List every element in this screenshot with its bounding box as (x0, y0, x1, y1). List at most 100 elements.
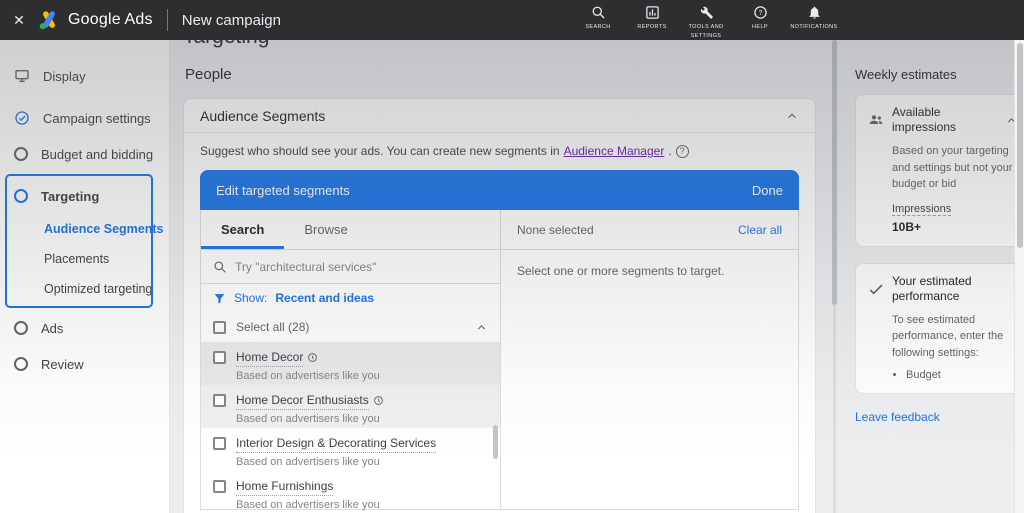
sidebar-item-targeting[interactable]: Targeting (0, 178, 169, 214)
search-icon (591, 5, 606, 20)
segment-row[interactable]: Home Furnishings Based on advertisers li… (201, 471, 500, 513)
performance-body-text: To see estimated performance, enter the … (892, 313, 1004, 359)
sidebar-item-budget-bidding[interactable]: Budget and bidding (0, 136, 169, 172)
main-scrollbar-track[interactable] (832, 40, 837, 513)
topbar-divider (166, 9, 168, 31)
suggest-text: Suggest who should see your ads. You can… (200, 144, 560, 158)
nav-notifications[interactable]: NOTIFICATIONS (790, 0, 838, 31)
show-filter[interactable]: Show: Recent and ideas (201, 284, 500, 312)
chevron-up-icon (785, 109, 799, 123)
segment-checkbox[interactable] (213, 437, 226, 450)
segment-search-input[interactable] (235, 259, 488, 274)
select-all-label: Select all (28) (236, 320, 310, 334)
section-label-people: People (185, 66, 232, 83)
impressions-metric-label[interactable]: Impressions (892, 203, 952, 216)
card-title: Available impressions (892, 105, 957, 134)
segment-name: Home Furnishings (236, 478, 334, 496)
segment-desc: Based on advertisers like you (236, 498, 380, 511)
audience-segments-card: Audience Segments Suggest who should see… (183, 98, 816, 513)
selected-segments-column: None selected Clear all Select one or mo… (501, 210, 798, 509)
page-scrollbar-thumb[interactable] (1017, 43, 1023, 248)
close-icon[interactable]: ✕ (0, 12, 38, 29)
sidebar-item-review[interactable]: Review (0, 346, 169, 382)
radio-icon (14, 357, 28, 371)
check-circle-icon (14, 110, 30, 126)
nav-help[interactable]: ? HELP (736, 0, 784, 31)
help-circle-icon[interactable]: ? (675, 144, 689, 158)
weekly-estimates-panel: Weekly estimates Available impressions B… (845, 40, 1024, 513)
audience-people-icon (868, 112, 884, 128)
selected-header: None selected Clear all (501, 210, 798, 250)
estimated-performance-header[interactable]: Your estimated performance (868, 274, 1018, 304)
filter-value: Recent and ideas (275, 291, 375, 305)
segment-checkbox[interactable] (213, 480, 226, 493)
sidebar-item-label: Ads (41, 320, 64, 336)
select-all-checkbox[interactable] (213, 320, 226, 334)
topbar-nav: SEARCH REPORTS TOOLS AND SETTINGS ? HELP… (574, 0, 838, 40)
chevron-up-icon[interactable] (475, 321, 488, 334)
reports-icon (645, 5, 660, 20)
nav-reports-label: REPORTS (637, 24, 667, 31)
nav-search-label: SEARCH (585, 24, 611, 31)
segments-tabs: Search Browse (201, 210, 500, 250)
done-button[interactable]: Done (752, 183, 783, 198)
nav-tools-label: TOOLS AND SETTINGS (688, 24, 724, 39)
clock-icon (307, 352, 318, 363)
segment-row[interactable]: Home Decor Based on advertisers like you (201, 342, 500, 385)
sidebar-item-label: Campaign settings (43, 110, 151, 126)
segment-list-scrollbar[interactable] (493, 425, 498, 459)
segment-row[interactable]: Interior Design & Decorating Services Ba… (201, 428, 500, 471)
radio-icon (14, 147, 28, 161)
nav-reports[interactable]: REPORTS (628, 0, 676, 31)
tab-browse[interactable]: Browse (284, 210, 367, 249)
sidebar-item-label: Review (41, 356, 84, 372)
segment-name: Home Decor Enthusiasts (236, 392, 369, 410)
page-scrollbar-track[interactable] (1014, 40, 1024, 513)
tab-search[interactable]: Search (201, 210, 284, 249)
estimated-performance-card: Your estimated performance To see estima… (855, 262, 1024, 394)
segment-search-box (201, 250, 500, 284)
edit-targeted-segments-panel: Edit targeted segments Done Search Brows… (200, 170, 799, 513)
card-title: Audience Segments (200, 107, 326, 124)
segment-checkbox[interactable] (213, 351, 226, 364)
nav-notifications-label: NOTIFICATIONS (790, 24, 838, 31)
display-icon (14, 68, 30, 84)
sidebar-item-campaign-settings[interactable]: Campaign settings (0, 100, 169, 136)
available-impressions-header[interactable]: Available impressions (868, 105, 1018, 135)
clear-all-button[interactable]: Clear all (738, 223, 782, 237)
google-ads-brand[interactable]: Google Ads (38, 9, 153, 31)
impressions-body-text: Based on your targeting and settings but… (892, 145, 1013, 190)
available-impressions-card: Available impressions Based on your targ… (855, 94, 1024, 247)
leave-feedback-link[interactable]: Leave feedback (855, 410, 940, 424)
main-content: Targeting People Audience Segments Sugge… (170, 25, 833, 513)
sidebar-item-placements[interactable]: Placements (0, 244, 169, 274)
audience-segments-card-header[interactable]: Audience Segments (184, 99, 815, 133)
impressions-metric-value: 10B+ (892, 219, 922, 234)
selection-hint: Select one or more segments to target. (517, 264, 725, 278)
sidebar-item-ads[interactable]: Ads (0, 310, 169, 346)
segment-desc: Based on advertisers like you (236, 455, 380, 468)
sidebar-item-label: Budget and bidding (41, 146, 154, 162)
filter-show-label: Show: (234, 291, 268, 305)
segments-panel-body: Search Browse Show: Recen (200, 210, 799, 513)
nav-search[interactable]: SEARCH (574, 0, 622, 31)
steps-sidebar: Display Campaign settings Budget and bid… (0, 40, 170, 513)
audience-manager-link[interactable]: Audience Manager (564, 144, 665, 158)
segment-row[interactable]: Home Decor Enthusiasts Based on advertis… (201, 385, 500, 428)
main-scrollbar-thumb[interactable] (832, 40, 837, 305)
segment-desc: Based on advertisers like you (236, 412, 380, 425)
help-icon: ? (753, 5, 768, 20)
none-selected-label: None selected (517, 222, 594, 237)
segment-checkbox[interactable] (213, 394, 226, 407)
card-title: Your estimated performance (892, 273, 972, 303)
banner-title: Edit targeted segments (216, 182, 350, 198)
clock-icon (373, 395, 384, 406)
brand-name: Google Ads (68, 11, 153, 28)
sidebar-item-audience-segments[interactable]: Audience Segments (0, 214, 169, 244)
sidebar-item-optimized-targeting[interactable]: Optimized targeting (0, 274, 169, 304)
nav-help-label: HELP (752, 24, 768, 31)
nav-tools[interactable]: TOOLS AND SETTINGS (682, 0, 730, 40)
sidebar-item-display[interactable]: Display (0, 58, 169, 94)
suggest-suffix: . (668, 144, 672, 158)
select-all-row: Select all (28) (201, 312, 500, 342)
